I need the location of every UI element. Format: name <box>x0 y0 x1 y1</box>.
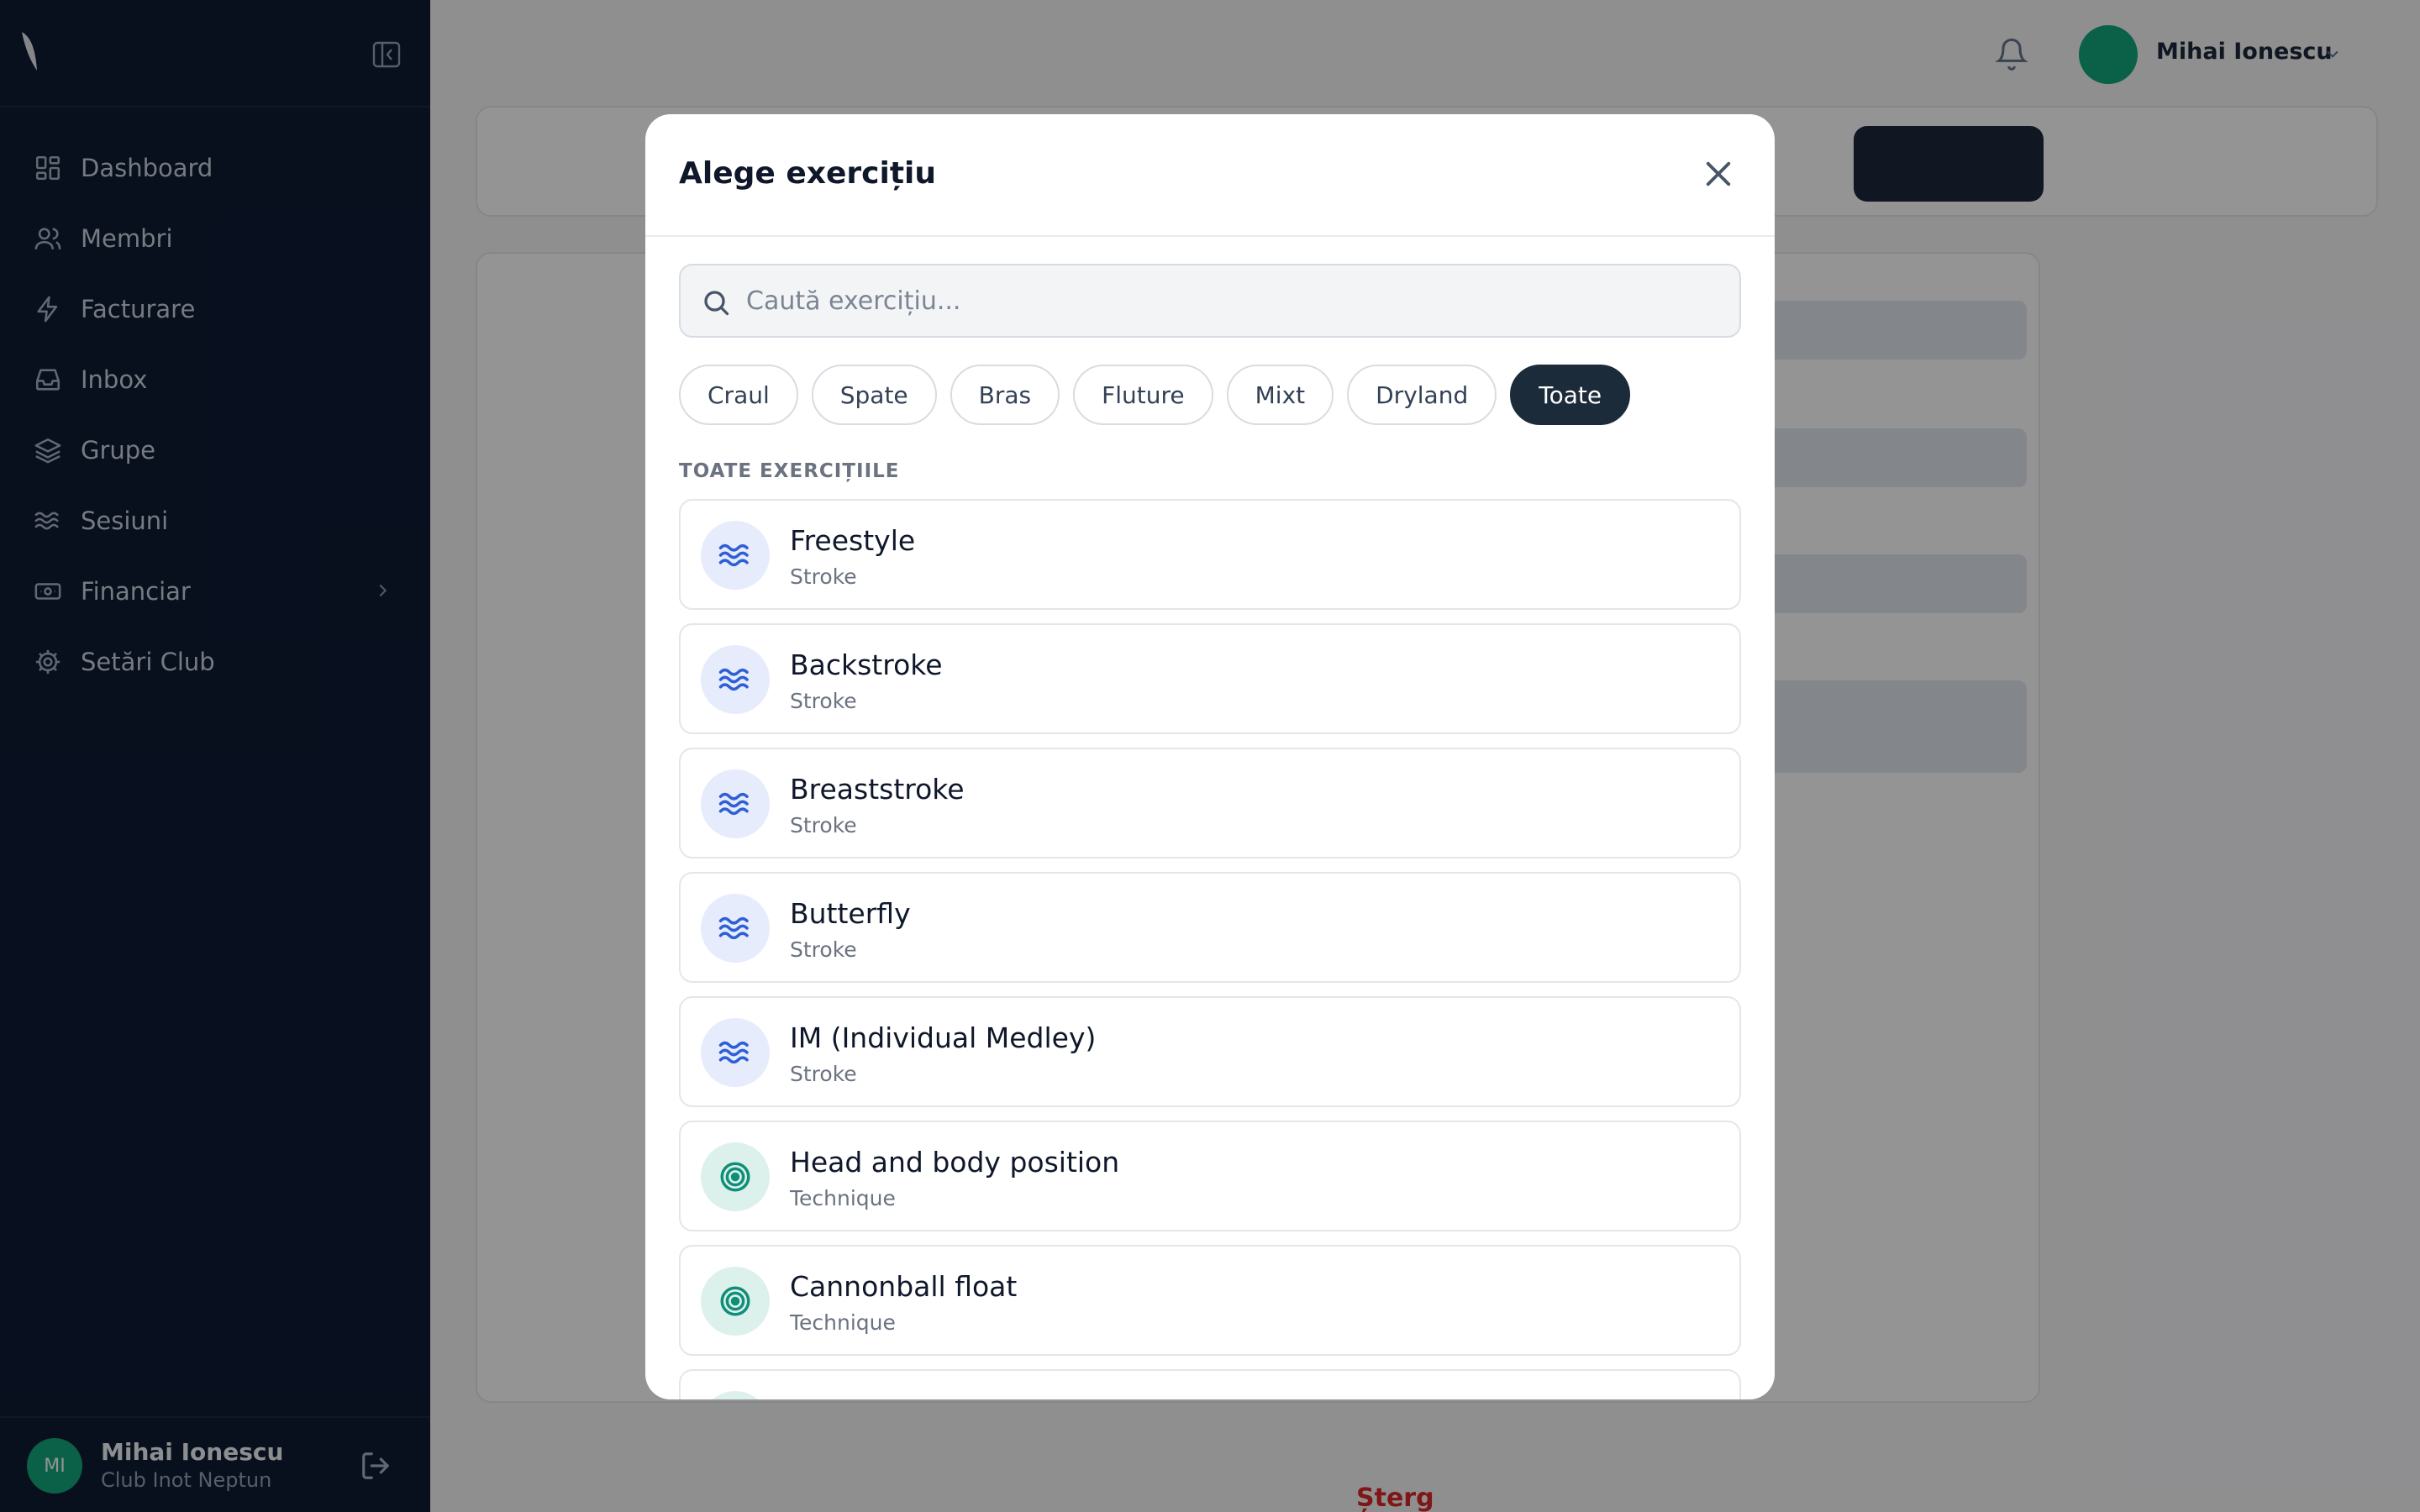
exercise-category: Stroke <box>790 689 857 713</box>
modal-title: Alege exercițiu <box>679 156 936 191</box>
exercise-list: Freestyle Stroke Backstroke Stroke Breas… <box>679 499 1741 1399</box>
exercise-category: Technique <box>790 1186 896 1210</box>
exercise-category: Technique <box>790 1310 896 1335</box>
waves-icon <box>701 645 770 714</box>
waves-icon <box>701 521 770 590</box>
exercise-category: Stroke <box>790 937 857 962</box>
exercise-name: Butterfly <box>790 897 911 930</box>
filter-chip-fluture[interactable]: Fluture <box>1073 365 1213 425</box>
target-icon <box>701 1142 770 1211</box>
exercise-item[interactable]: IM (Individual Medley) Stroke <box>679 996 1741 1107</box>
filter-chip-spate[interactable]: Spate <box>811 365 937 425</box>
target-icon <box>701 1391 770 1399</box>
exercise-name: Breaststroke <box>790 773 965 806</box>
exercise-category: Stroke <box>790 813 857 837</box>
exercise-item[interactable]: Freestyle Stroke <box>679 499 1741 610</box>
search-input[interactable] <box>746 265 1721 336</box>
waves-icon <box>701 1018 770 1087</box>
exercise-item[interactable]: Cannonball float Technique <box>679 1245 1741 1356</box>
exercise-item[interactable]: Butterfly Stroke <box>679 872 1741 983</box>
exercise-name: IM (Individual Medley) <box>790 1021 1097 1054</box>
exercise-item-partial[interactable] <box>679 1369 1741 1399</box>
close-icon[interactable] <box>1701 156 1736 192</box>
filter-chip-craul[interactable]: Craul <box>679 365 798 425</box>
exercise-name: Cannonball float <box>790 1270 1018 1303</box>
exercise-category: Stroke <box>790 564 857 589</box>
waves-icon <box>701 894 770 963</box>
exercise-name: Backstroke <box>790 648 943 681</box>
exercise-name: Freestyle <box>790 524 916 557</box>
section-label: TOATE EXERCIȚIILE <box>679 460 900 482</box>
exercise-picker-modal: Alege exercițiu Craul Spate Bras Fluture… <box>645 114 1775 1399</box>
search-icon <box>704 291 729 316</box>
exercise-item[interactable]: Breaststroke Stroke <box>679 748 1741 858</box>
filter-chip-mixt[interactable]: Mixt <box>1226 365 1334 425</box>
exercise-category: Stroke <box>790 1062 857 1086</box>
modal-header: Alege exercițiu <box>645 114 1775 237</box>
filter-chip-toate[interactable]: Toate <box>1510 365 1631 425</box>
filter-chip-bras[interactable]: Bras <box>950 365 1060 425</box>
waves-icon <box>701 769 770 838</box>
search-box <box>679 264 1741 338</box>
exercise-item[interactable]: Head and body position Technique <box>679 1121 1741 1231</box>
exercise-item[interactable]: Backstroke Stroke <box>679 623 1741 734</box>
filter-chips: Craul Spate Bras Fluture Mixt Dryland To… <box>679 365 1631 425</box>
target-icon <box>701 1267 770 1336</box>
exercise-name: Head and body position <box>790 1146 1120 1179</box>
filter-chip-dryland[interactable]: Dryland <box>1347 365 1497 425</box>
